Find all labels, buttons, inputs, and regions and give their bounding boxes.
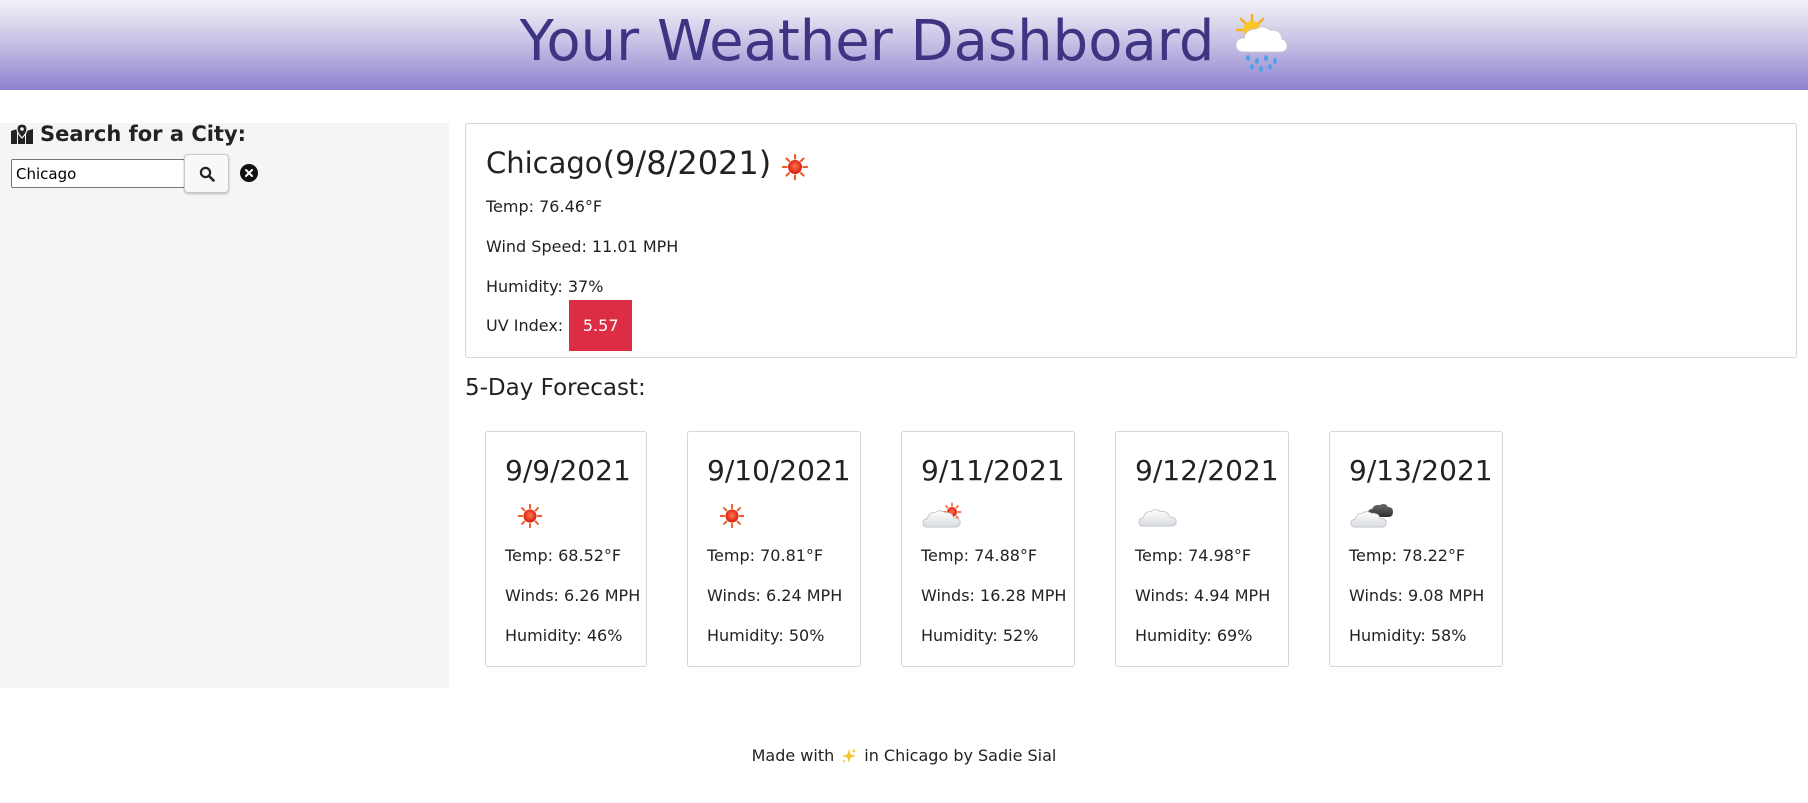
forecast-wind: Winds: 9.08 MPH [1349, 586, 1485, 605]
footer-text-after: in Chicago by Sadie Sial [864, 746, 1057, 765]
forecast-card: 9/9/2021 Temp: 68.52°F Winds: 6.26 MPH H… [485, 431, 647, 667]
forecast-card: 9/13/2021 Temp: 78.22°F Winds: 9.08 MPH … [1329, 431, 1503, 667]
forecast-wind: Winds: 4.94 MPH [1135, 586, 1271, 605]
current-city-line: Chicago (9/8/2021) [486, 144, 809, 182]
forecast-humidity: Humidity: 46% [505, 626, 623, 645]
cloud-icon [1138, 509, 1177, 527]
forecast-wind: Winds: 6.24 MPH [707, 586, 843, 605]
search-label-row: Search for a City: [10, 122, 246, 146]
forecast-humidity: Humidity: 69% [1135, 626, 1253, 645]
current-date: (9/8/2021) [602, 144, 772, 182]
dark-clouds-icon [1350, 503, 1393, 528]
forecast-date: 9/13/2021 [1349, 454, 1493, 487]
search-button[interactable] [184, 154, 229, 193]
footer-text-before: Made with [751, 746, 835, 765]
forecast-humidity: Humidity: 58% [1349, 626, 1467, 645]
city-search-input[interactable] [11, 159, 185, 188]
forecast-temp: Temp: 74.88°F [921, 546, 1038, 565]
cloud-sun-icon [922, 502, 962, 528]
page-title: Your Weather Dashboard [519, 9, 1215, 74]
forecast-date: 9/10/2021 [707, 454, 851, 487]
current-temp: Temp: 76.46°F [486, 197, 603, 216]
sun-behind-rain-cloud-icon [1235, 13, 1288, 72]
app-header: Your Weather Dashboard [0, 0, 1808, 90]
forecast-date: 9/12/2021 [1135, 454, 1279, 487]
forecast-temp: Temp: 78.22°F [1349, 546, 1466, 565]
forecast-temp: Temp: 68.52°F [505, 546, 622, 565]
forecast-card: 9/10/2021 Temp: 70.81°F Winds: 6.24 MPH … [687, 431, 861, 667]
current-weather-card: Chicago (9/8/2021) Temp: 76.46°F Wind Sp… [465, 123, 1797, 358]
forecast-card: 9/12/2021 Temp: 74.98°F Winds: 4.94 MPH … [1115, 431, 1289, 667]
search-icon [199, 166, 215, 182]
current-wind: Wind Speed: 11.01 MPH [486, 237, 679, 256]
forecast-humidity: Humidity: 52% [921, 626, 1039, 645]
forecast-humidity: Humidity: 50% [707, 626, 825, 645]
clear-search-button[interactable] [240, 164, 258, 182]
forecast-wind: Winds: 16.28 MPH [921, 586, 1067, 605]
uv-index-row: UV Index: 5.57 [486, 300, 633, 351]
sun-icon [781, 153, 809, 181]
sun-icon [517, 503, 543, 529]
map-marked-icon [11, 123, 33, 144]
uv-index-label: UV Index: [486, 316, 564, 335]
uv-index-badge: 5.57 [569, 300, 633, 351]
current-humidity: Humidity: 37% [486, 277, 604, 296]
current-city-name: Chicago [486, 146, 603, 180]
sun-icon [719, 503, 745, 529]
forecast-heading: 5-Day Forecast: [465, 375, 646, 401]
search-label: Search for a City: [40, 122, 247, 146]
forecast-date: 9/11/2021 [921, 454, 1065, 487]
page-footer: Made with in Chicago by Sadie Sial [0, 746, 1808, 765]
search-sidebar [0, 123, 449, 688]
forecast-wind: Winds: 6.26 MPH [505, 586, 641, 605]
sparkles-icon [842, 747, 858, 763]
forecast-date: 9/9/2021 [505, 454, 631, 487]
header-title-row: Your Weather Dashboard [520, 2, 1289, 82]
close-circle-icon [245, 169, 253, 177]
forecast-temp: Temp: 74.98°F [1135, 546, 1252, 565]
forecast-temp: Temp: 70.81°F [707, 546, 824, 565]
forecast-card: 9/11/2021 Temp: 74.88°F Winds: 16.28 MPH… [901, 431, 1075, 667]
